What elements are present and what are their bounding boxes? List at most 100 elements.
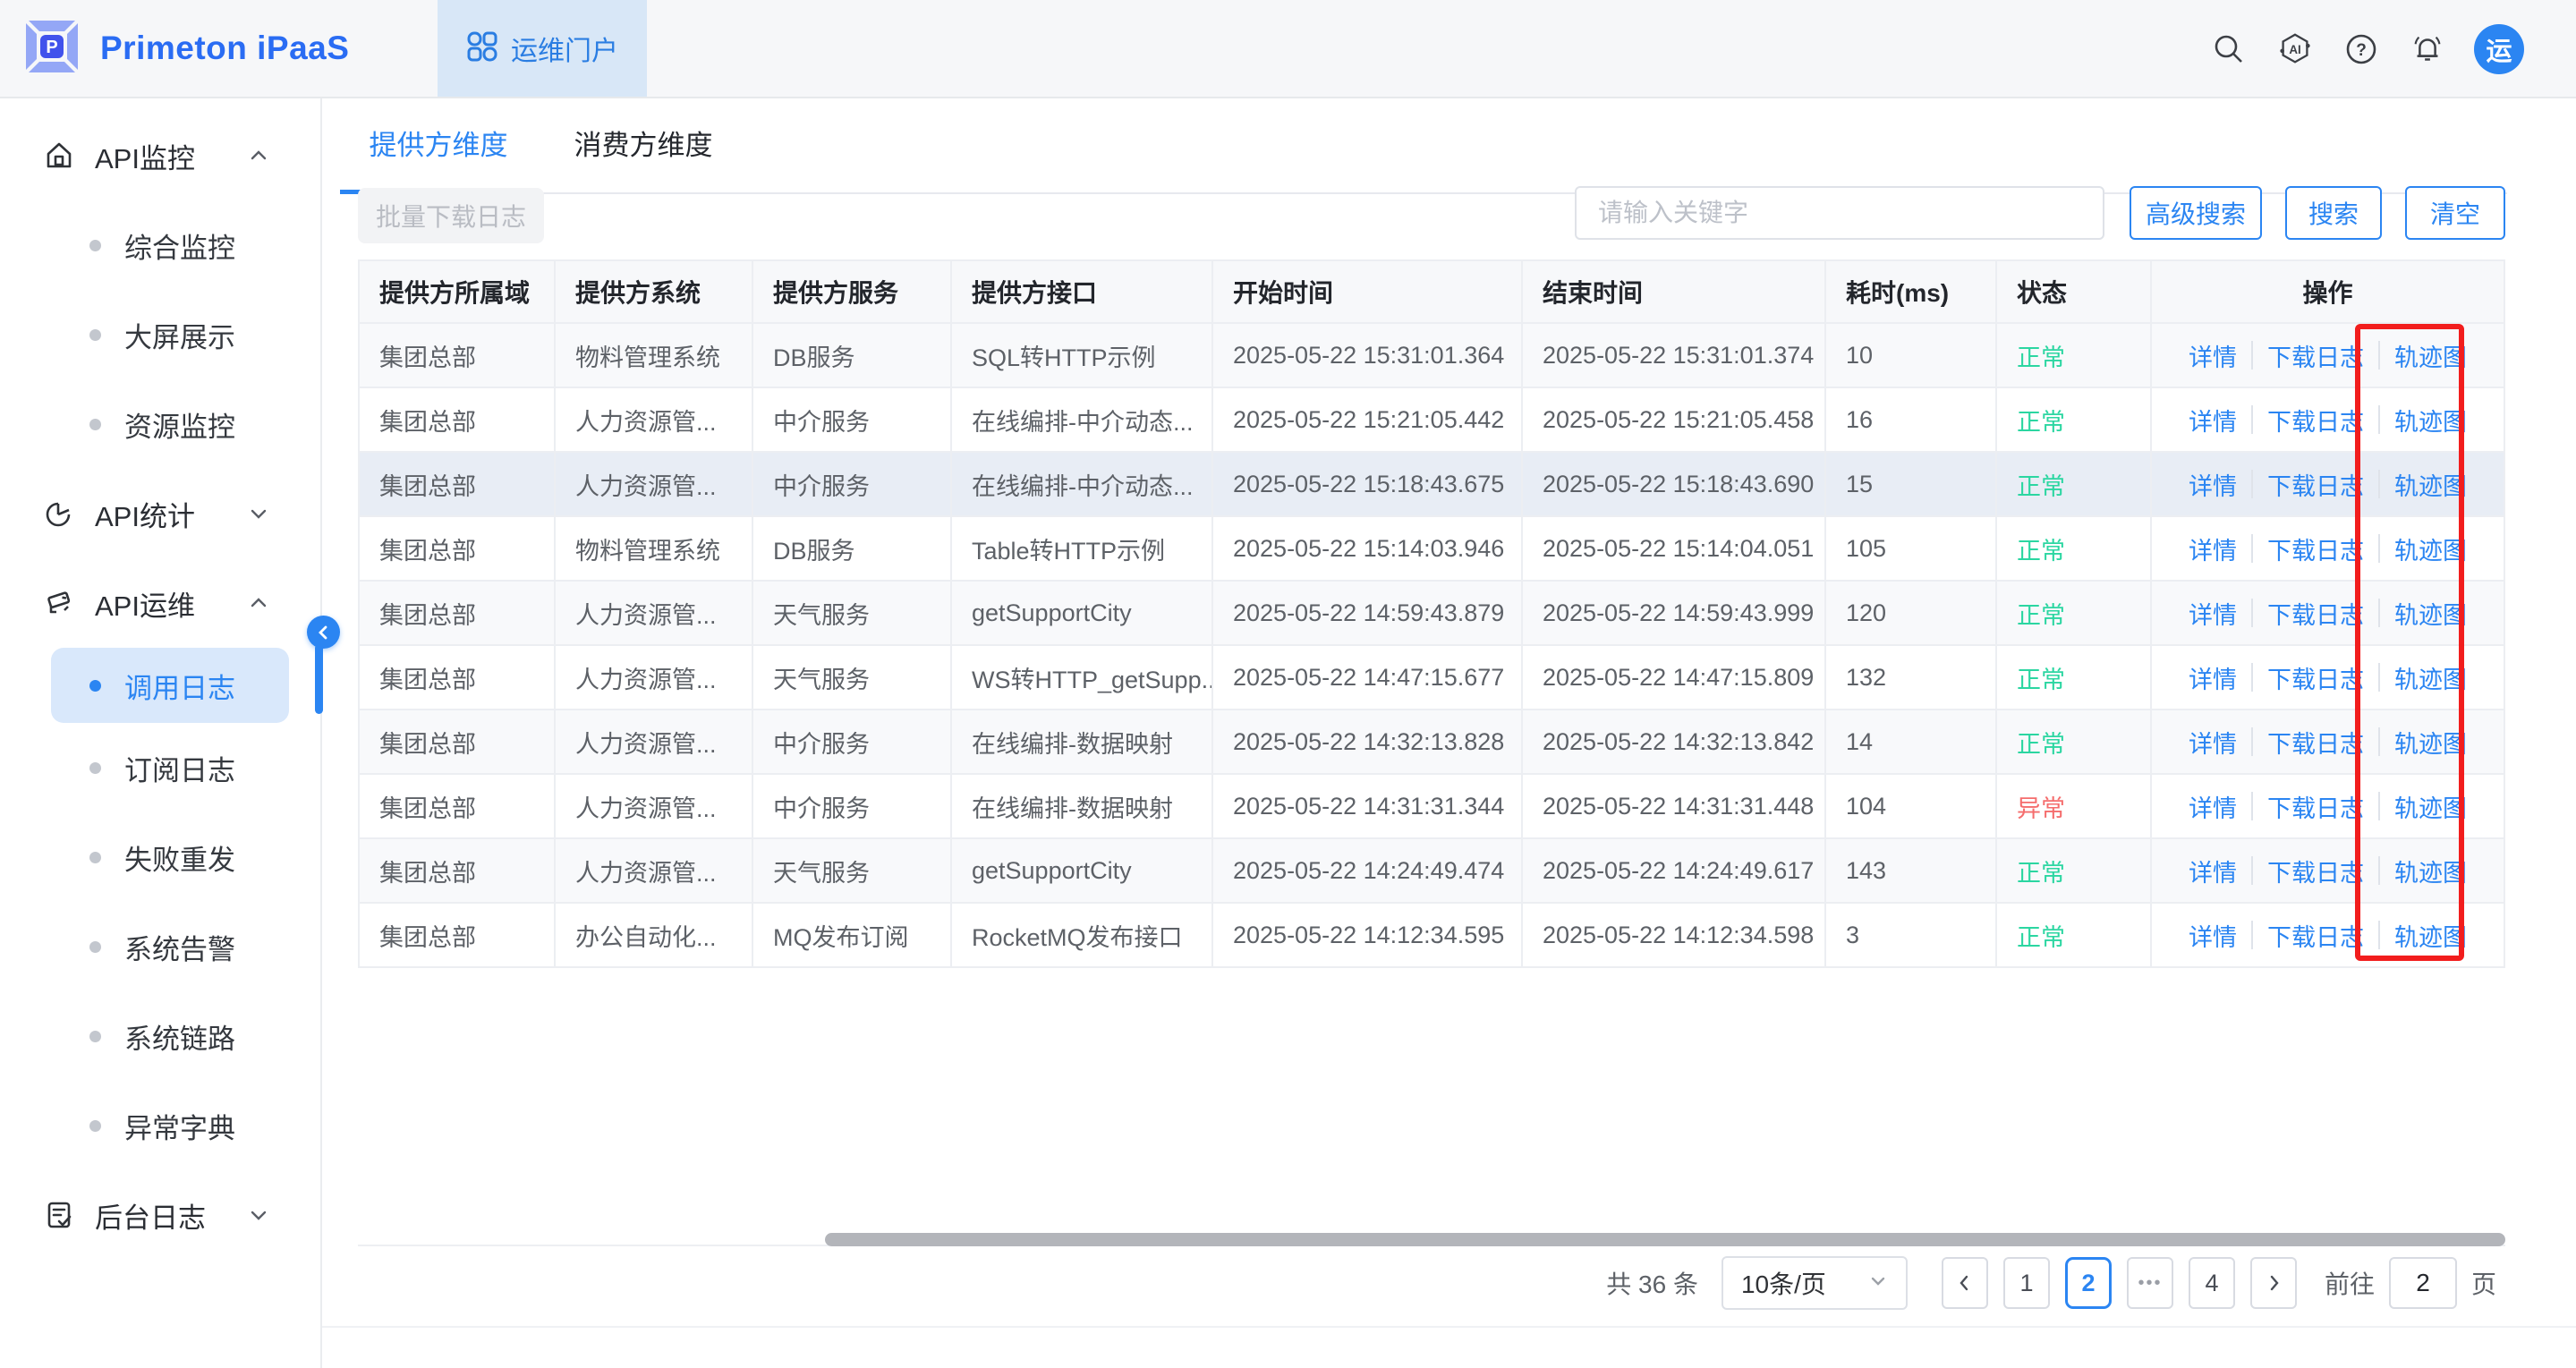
trace-link[interactable]: 轨迹图 xyxy=(2394,596,2467,631)
table-cell: 2025-05-22 15:21:05.458 xyxy=(1523,388,1826,451)
download-log-link[interactable]: 下载日志 xyxy=(2267,338,2364,373)
table-header-row: 提供方所属域提供方系统提供方服务提供方接口开始时间结束时间耗时(ms)状态操作 xyxy=(360,261,2504,324)
tab-provider-dimension[interactable]: 提供方维度 xyxy=(340,98,537,192)
table-cell: 集团总部 xyxy=(360,517,556,580)
table-cell: 人力资源管... xyxy=(556,710,753,773)
search-button[interactable]: 搜索 xyxy=(2285,186,2382,240)
keyword-search-input[interactable] xyxy=(1575,186,2104,240)
action-separator xyxy=(2378,341,2380,370)
action-separator xyxy=(2378,856,2380,885)
download-log-link[interactable]: 下载日志 xyxy=(2267,854,2364,888)
sidebar-group-label: API统计 xyxy=(95,494,247,534)
table-cell: 集团总部 xyxy=(360,453,556,515)
table-cell: 2025-05-22 14:31:31.344 xyxy=(1213,775,1523,837)
sidebar-item-call-log[interactable]: 调用日志 xyxy=(51,648,289,723)
page-button-4[interactable]: 4 xyxy=(2189,1257,2235,1309)
sidebar-item-big-screen[interactable]: 大屏展示 xyxy=(0,290,320,379)
more-pages-button[interactable]: ••• xyxy=(2127,1257,2173,1309)
table-cell: 2025-05-22 14:12:34.598 xyxy=(1523,904,1826,966)
sidebar-item-resource-monitoring[interactable]: 资源监控 xyxy=(0,379,320,469)
sidebar-item-subscribe-log[interactable]: 订阅日志 xyxy=(0,723,320,812)
horizontal-scrollbar-thumb[interactable] xyxy=(825,1233,2505,1246)
page-button-2[interactable]: 2 xyxy=(2065,1257,2112,1309)
action-separator xyxy=(2251,534,2253,563)
pagination-bar: 共 36 条 10条/页 12•••4 前往 页 xyxy=(1606,1256,2496,1310)
page-size-select[interactable]: 10条/页 xyxy=(1722,1256,1908,1310)
detail-link[interactable]: 详情 xyxy=(2189,660,2237,695)
detail-link[interactable]: 详情 xyxy=(2189,789,2237,824)
sidebar-item-api-statistics[interactable]: API统计 xyxy=(0,469,320,558)
trace-link[interactable]: 轨迹图 xyxy=(2394,467,2467,502)
pie-chart-icon xyxy=(43,497,75,530)
goto-page-input[interactable] xyxy=(2389,1257,2457,1309)
sidebar-collapse-button[interactable] xyxy=(307,616,340,649)
sidebar-item-overall-monitoring[interactable]: 综合监控 xyxy=(0,200,320,290)
table-cell: SQL转HTTP示例 xyxy=(952,324,1213,387)
user-avatar[interactable]: 运 xyxy=(2474,24,2524,74)
sidebar-item-label: 系统链路 xyxy=(124,1016,235,1057)
detail-link[interactable]: 详情 xyxy=(2189,531,2237,566)
sidebar-item-backend-log[interactable]: 后台日志 xyxy=(0,1170,320,1260)
sidebar-item-system-trace[interactable]: 系统链路 xyxy=(0,991,320,1081)
trace-link[interactable]: 轨迹图 xyxy=(2394,338,2467,373)
detail-link[interactable]: 详情 xyxy=(2189,403,2237,438)
detail-link[interactable]: 详情 xyxy=(2189,467,2237,502)
download-log-link[interactable]: 下载日志 xyxy=(2267,789,2364,824)
download-log-link[interactable]: 下载日志 xyxy=(2267,660,2364,695)
detail-link[interactable]: 详情 xyxy=(2189,725,2237,760)
sidebar-item-system-alert[interactable]: 系统告警 xyxy=(0,902,320,991)
trace-link[interactable]: 轨迹图 xyxy=(2394,725,2467,760)
download-log-link[interactable]: 下载日志 xyxy=(2267,725,2364,760)
sidebar-item-api-ops[interactable]: API运维 xyxy=(0,558,320,648)
detail-link[interactable]: 详情 xyxy=(2189,338,2237,373)
advanced-search-button[interactable]: 高级搜索 xyxy=(2130,186,2262,240)
actions-cell: 详情下载日志轨迹图 xyxy=(2152,775,2504,837)
sidebar-item-label: 大屏展示 xyxy=(124,315,235,355)
trace-link[interactable]: 轨迹图 xyxy=(2394,403,2467,438)
download-log-link[interactable]: 下载日志 xyxy=(2267,467,2364,502)
next-page-button[interactable] xyxy=(2250,1257,2297,1309)
clear-button[interactable]: 清空 xyxy=(2405,186,2505,240)
sidebar-item-fail-retry[interactable]: 失败重发 xyxy=(0,812,320,902)
action-separator xyxy=(2251,663,2253,692)
sidebar-scrollbar-thumb[interactable] xyxy=(315,644,323,714)
trace-link[interactable]: 轨迹图 xyxy=(2394,789,2467,824)
page-size-value: 10条/页 xyxy=(1741,1265,1826,1301)
tab-consumer-dimension[interactable]: 消费方维度 xyxy=(574,98,712,192)
table-cell: MQ发布订阅 xyxy=(753,904,952,966)
goto-prefix-label: 前往 xyxy=(2325,1265,2375,1301)
download-log-link[interactable]: 下载日志 xyxy=(2267,531,2364,566)
detail-link[interactable]: 详情 xyxy=(2189,596,2237,631)
brand-logo: P Primeton iPaaS xyxy=(0,16,416,81)
sidebar-item-api-monitor[interactable]: API监控 xyxy=(0,111,320,200)
batch-download-button[interactable]: 批量下载日志 xyxy=(358,188,544,243)
trace-link[interactable]: 轨迹图 xyxy=(2394,531,2467,566)
action-separator xyxy=(2251,921,2253,949)
download-log-link[interactable]: 下载日志 xyxy=(2267,918,2364,953)
trace-link[interactable]: 轨迹图 xyxy=(2394,918,2467,953)
sidebar-item-exception-dict[interactable]: 异常字典 xyxy=(0,1081,320,1170)
trace-link[interactable]: 轨迹图 xyxy=(2394,854,2467,888)
table-cell: 2025-05-22 14:47:15.677 xyxy=(1213,646,1523,709)
detail-link[interactable]: 详情 xyxy=(2189,918,2237,953)
download-log-link[interactable]: 下载日志 xyxy=(2267,403,2364,438)
detail-link[interactable]: 详情 xyxy=(2189,854,2237,888)
help-icon[interactable]: ? xyxy=(2342,30,2381,69)
portal-tab-ops[interactable]: 运维门户 xyxy=(438,0,647,97)
prev-page-button[interactable] xyxy=(1942,1257,1988,1309)
table-cell: 2025-05-22 15:18:43.690 xyxy=(1523,453,1826,515)
notification-bell-icon[interactable] xyxy=(2408,30,2447,69)
status-badge: 正常 xyxy=(2017,918,2065,953)
svg-text:AI: AI xyxy=(2289,43,2300,56)
download-log-link[interactable]: 下载日志 xyxy=(2267,596,2364,631)
actions-cell: 详情下载日志轨迹图 xyxy=(2152,582,2504,644)
table-cell: 人力资源管... xyxy=(556,839,753,902)
column-header: 开始时间 xyxy=(1213,261,1523,322)
page-button-1[interactable]: 1 xyxy=(2003,1257,2050,1309)
trace-link[interactable]: 轨迹图 xyxy=(2394,660,2467,695)
table-cell: 集团总部 xyxy=(360,904,556,966)
ai-assistant-icon[interactable]: AI xyxy=(2275,30,2315,69)
search-icon[interactable] xyxy=(2209,30,2249,69)
chevron-down-icon xyxy=(1868,1271,1888,1296)
table-cell: 物料管理系统 xyxy=(556,324,753,387)
